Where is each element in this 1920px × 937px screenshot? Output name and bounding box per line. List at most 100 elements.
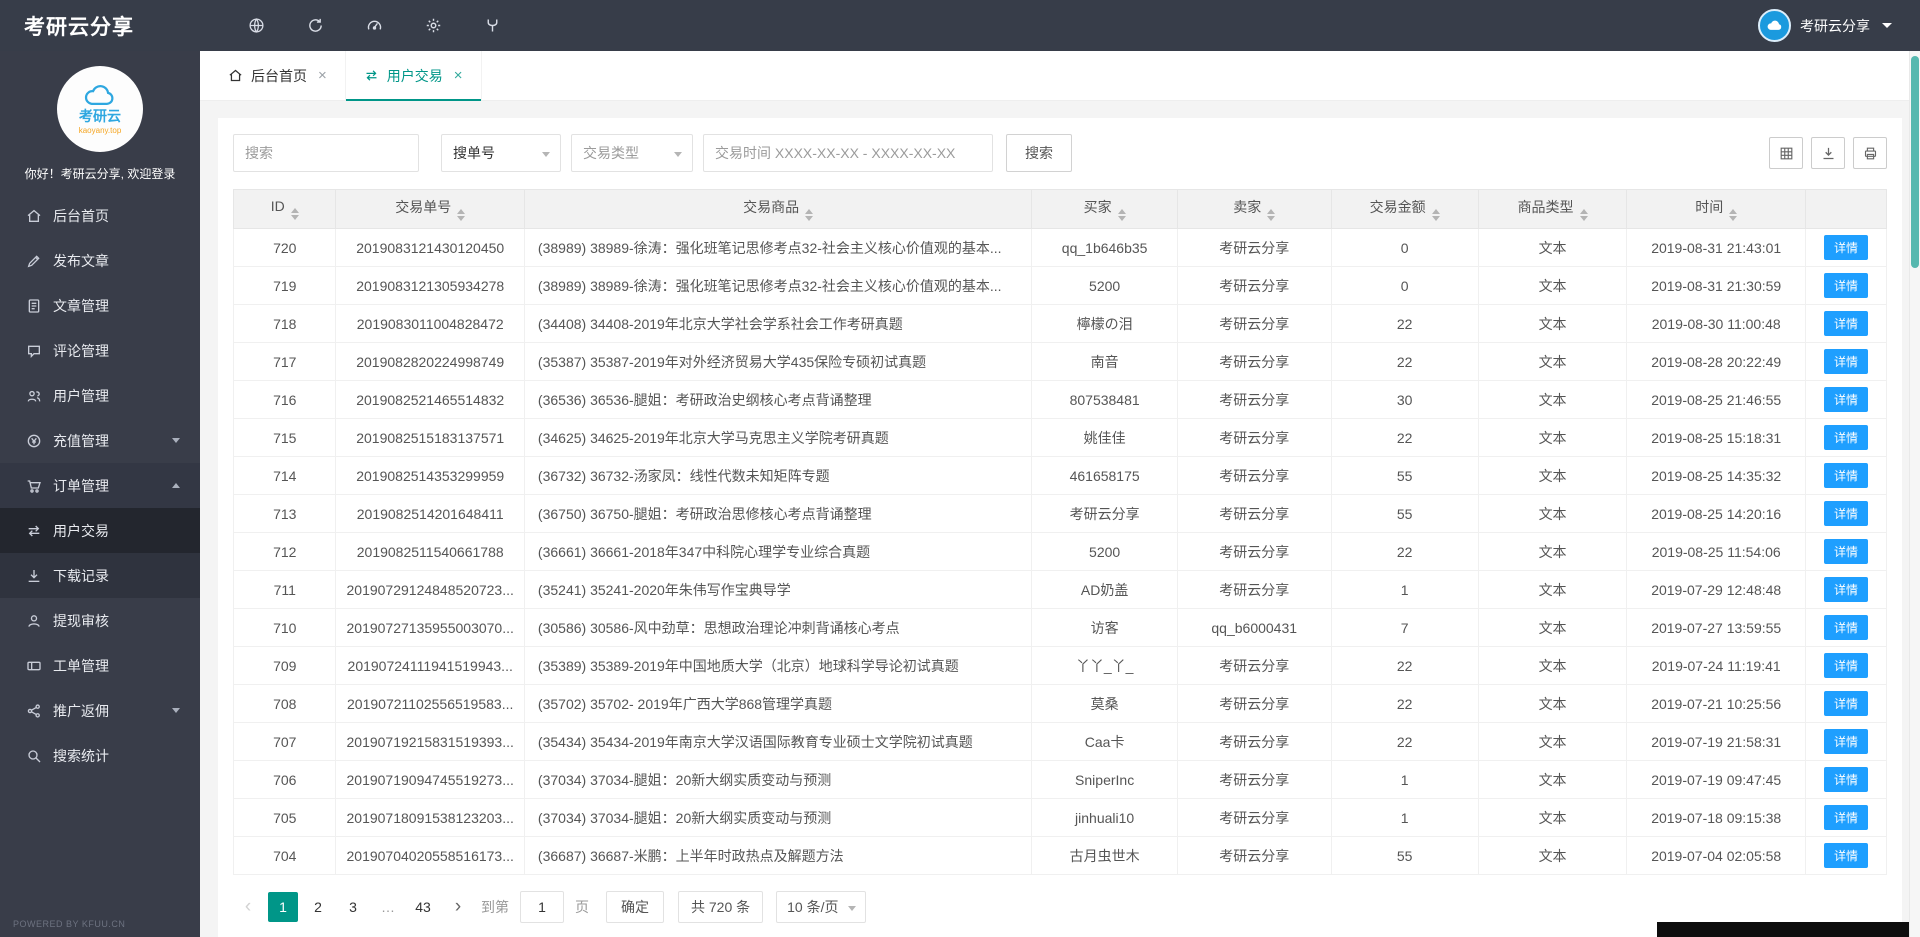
cell-type: 文本: [1478, 723, 1627, 761]
cell-id: 718: [234, 305, 336, 343]
cell-type: 文本: [1478, 343, 1627, 381]
page-button-1[interactable]: 1: [268, 892, 298, 922]
detail-button[interactable]: 详情: [1824, 501, 1868, 526]
sidebar-item-recharge-management[interactable]: 充值管理: [0, 418, 200, 463]
page-button-43[interactable]: 43: [408, 892, 438, 922]
page-size-select[interactable]: 10 条/页: [776, 891, 865, 923]
cell-amount: 22: [1331, 343, 1478, 381]
prev-page-button[interactable]: [233, 892, 263, 922]
next-page-button[interactable]: [443, 892, 473, 922]
sidebar-item-referral-commission[interactable]: 推广返佣: [0, 688, 200, 733]
cell-seller: 考研云分享: [1177, 571, 1331, 609]
search-input[interactable]: [233, 134, 419, 172]
sort-icon[interactable]: [805, 209, 813, 221]
col-header-actions: [1805, 190, 1886, 229]
page-ellipsis: …: [373, 892, 403, 922]
detail-button[interactable]: 详情: [1824, 273, 1868, 298]
order-field-select[interactable]: 搜单号: [441, 134, 561, 172]
sort-icon[interactable]: [291, 208, 299, 220]
cell-amount: 22: [1331, 533, 1478, 571]
sidebar-subitem-download-records[interactable]: 下载记录: [0, 553, 200, 598]
col-header-buyer: 买家: [1032, 190, 1177, 229]
sort-icon[interactable]: [1118, 209, 1126, 221]
refresh-icon[interactable]: [307, 17, 324, 34]
cell-buyer: 考研云分享: [1032, 495, 1177, 533]
detail-button[interactable]: 详情: [1824, 767, 1868, 792]
sidebar-item-dashboard[interactable]: 后台首页: [0, 193, 200, 238]
detail-button[interactable]: 详情: [1824, 805, 1868, 830]
page-button-2[interactable]: 2: [303, 892, 333, 922]
cell-type: 文本: [1478, 837, 1627, 875]
tab-user-transactions[interactable]: 用户交易: [346, 51, 482, 100]
detail-button[interactable]: 详情: [1824, 577, 1868, 602]
col-header-type: 商品类型: [1478, 190, 1627, 229]
user-menu[interactable]: 考研云分享: [1758, 9, 1892, 42]
print-icon[interactable]: [1853, 137, 1887, 169]
detail-button[interactable]: 详情: [1824, 615, 1868, 640]
dashboard-icon[interactable]: [366, 17, 383, 34]
sidebar-item-order-management[interactable]: 订单管理: [0, 463, 200, 508]
search-button[interactable]: 搜索: [1006, 134, 1072, 172]
cell-actions: 详情: [1805, 419, 1886, 457]
col-header-order-no: 交易单号: [336, 190, 524, 229]
detail-button[interactable]: 详情: [1824, 425, 1868, 450]
sidebar-item-publish-article[interactable]: 发布文章: [0, 238, 200, 283]
sort-icon[interactable]: [1580, 209, 1588, 221]
cell-product: (38989) 38989-徐涛：强化班笔记思修考点32-社会主义核心价值观的基…: [524, 267, 1031, 305]
cell-id: 715: [234, 419, 336, 457]
cell-order-no: 20190719215831519393...: [336, 723, 524, 761]
detail-button[interactable]: 详情: [1824, 653, 1868, 678]
sort-icon[interactable]: [457, 209, 465, 221]
export-icon[interactable]: [1811, 137, 1845, 169]
ticket-icon: [26, 658, 42, 674]
sidebar-item-work-orders[interactable]: 工单管理: [0, 643, 200, 688]
detail-button[interactable]: 详情: [1824, 463, 1868, 488]
sort-icon[interactable]: [1729, 209, 1737, 221]
confirm-button[interactable]: 确定: [606, 891, 664, 923]
sidebar-subitem-user-transactions[interactable]: 用户交易: [0, 508, 200, 553]
detail-button[interactable]: 详情: [1824, 539, 1868, 564]
globe-icon[interactable]: [248, 17, 265, 34]
scrollbar-thumb[interactable]: [1911, 56, 1919, 268]
cell-type: 文本: [1478, 381, 1627, 419]
cloud-logo-icon: [82, 83, 118, 108]
detail-button[interactable]: 详情: [1824, 387, 1868, 412]
cell-amount: 1: [1331, 799, 1478, 837]
cell-order-no: 20190719094745519273...: [336, 761, 524, 799]
fork-icon[interactable]: [484, 17, 501, 34]
sidebar-item-article-management[interactable]: 文章管理: [0, 283, 200, 328]
cell-time: 2019-08-31 21:43:01: [1627, 229, 1806, 267]
cell-id: 717: [234, 343, 336, 381]
cell-seller: 考研云分享: [1177, 799, 1331, 837]
page-button-3[interactable]: 3: [338, 892, 368, 922]
logo[interactable]: 考研云 kaoyany.top: [0, 51, 200, 152]
sort-icon[interactable]: [1267, 209, 1275, 221]
sort-icon[interactable]: [1432, 209, 1440, 221]
sidebar-item-user-management[interactable]: 用户管理: [0, 373, 200, 418]
table-grid-icon[interactable]: [1769, 137, 1803, 169]
page-scrollbar[interactable]: [1909, 51, 1920, 937]
sidebar-item-search-stats[interactable]: 搜索统计: [0, 733, 200, 778]
table-header-row: ID 交易单号 交易商品 买家 卖家 交易金额 商品类型 时间: [234, 190, 1887, 229]
detail-button[interactable]: 详情: [1824, 843, 1868, 868]
close-icon[interactable]: [318, 67, 327, 84]
close-icon[interactable]: [454, 67, 463, 84]
detail-button[interactable]: 详情: [1824, 311, 1868, 336]
home-icon: [26, 208, 42, 224]
cell-buyer: 古月虫世木: [1032, 837, 1177, 875]
app-title[interactable]: 考研云分享: [0, 11, 200, 41]
date-range-input[interactable]: [703, 134, 993, 172]
sidebar: 考研云 kaoyany.top 你好！考研云分享, 欢迎登录 后台首页 发布文章…: [0, 51, 200, 937]
detail-button[interactable]: 详情: [1824, 349, 1868, 374]
sidebar-item-comment-management[interactable]: 评论管理: [0, 328, 200, 373]
tab-dashboard[interactable]: 后台首页: [210, 51, 346, 100]
sidebar-item-withdrawal-review[interactable]: 提现审核: [0, 598, 200, 643]
cell-amount: 1: [1331, 761, 1478, 799]
detail-button[interactable]: 详情: [1824, 691, 1868, 716]
detail-button[interactable]: 详情: [1824, 235, 1868, 260]
detail-button[interactable]: 详情: [1824, 729, 1868, 754]
cell-seller: qq_b6000431: [1177, 609, 1331, 647]
jump-page-input[interactable]: [520, 891, 564, 923]
transaction-type-select[interactable]: 交易类型: [571, 134, 693, 172]
gear-icon[interactable]: [425, 17, 442, 34]
